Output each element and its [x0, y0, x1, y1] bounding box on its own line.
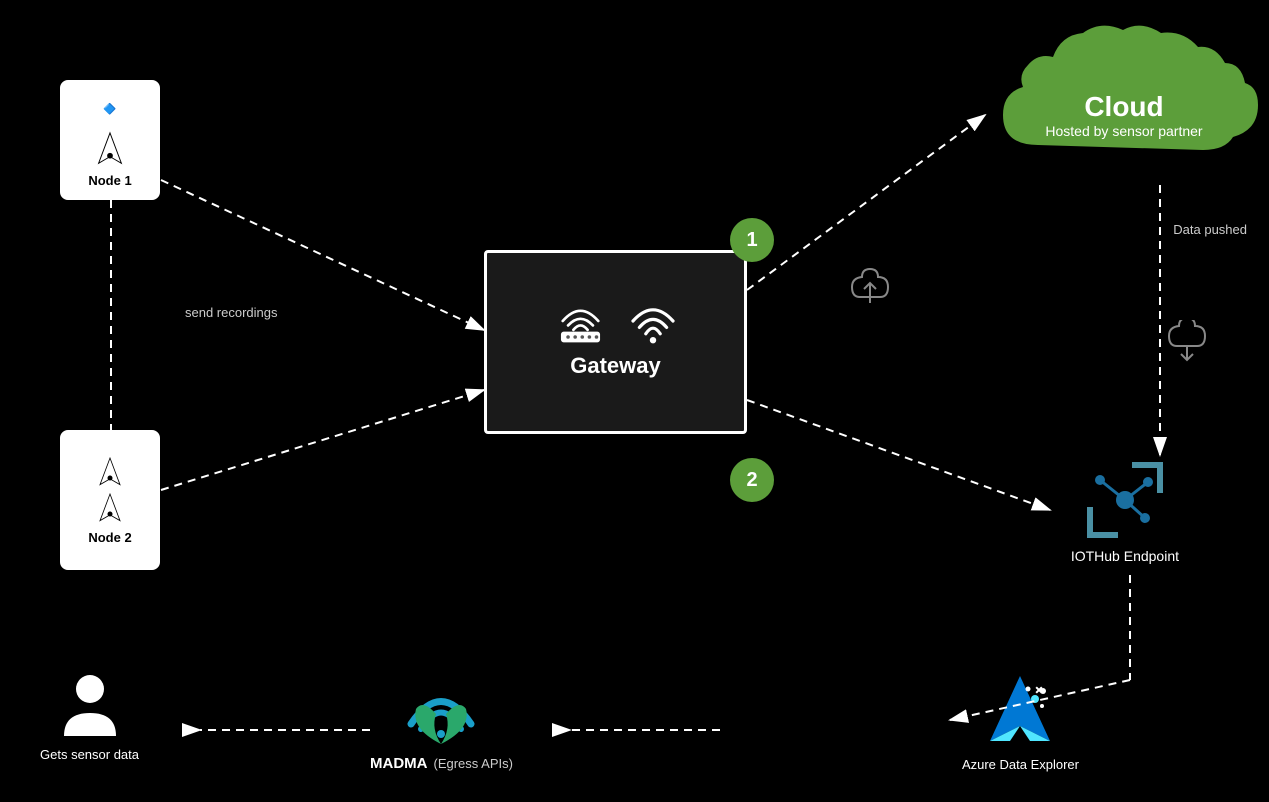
node2-sensor-icon-bottom	[95, 492, 125, 526]
data-pushed-label: Data pushed	[1173, 222, 1247, 237]
gets-sensor-data-label: Gets sensor data	[40, 747, 139, 762]
upload-cloud-icon	[848, 265, 892, 316]
azure-icon	[980, 671, 1060, 751]
step-2-circle: 2	[730, 458, 774, 502]
azure-label: Azure Data Explorer	[962, 757, 1079, 772]
router-icon	[553, 305, 608, 345]
download-cloud-icon	[1165, 320, 1209, 371]
node1-box: 🔹 Node 1	[60, 80, 160, 200]
madma-icon	[401, 674, 481, 749]
madma-sub-label: (Egress APIs)	[434, 756, 513, 771]
madma-label: MADMA	[370, 755, 428, 772]
cloud-title: Cloud	[1084, 91, 1163, 123]
azure-data-explorer-box: Azure Data Explorer	[962, 671, 1079, 772]
iothub-label: IOTHub Endpoint	[1071, 548, 1179, 564]
wifi-icon	[628, 305, 678, 345]
person-box: Gets sensor data	[40, 671, 139, 762]
iothub-icon	[1080, 460, 1170, 540]
node1-sensor-icon	[92, 131, 128, 169]
node2-box: Node 2	[60, 430, 160, 570]
gateway-label: Gateway	[570, 353, 661, 379]
node1-label: Node 1	[88, 173, 131, 188]
person-icon	[60, 671, 120, 741]
step-1-circle: 1	[730, 218, 774, 262]
gateway-box: Gateway	[484, 250, 747, 434]
cloud-subtitle: Hosted by sensor partner	[1045, 123, 1202, 139]
send-recordings-label: send recordings	[185, 305, 278, 320]
node1-icon: 🔹	[91, 92, 128, 127]
gateway-icons	[553, 305, 678, 345]
node2-label: Node 2	[88, 530, 131, 545]
madma-box: MADMA (Egress APIs)	[370, 674, 513, 772]
iothub-box: IOTHub Endpoint	[1071, 460, 1179, 564]
cloud-container: Cloud Hosted by sensor partner	[983, 15, 1265, 180]
node2-sensor-icon-top	[95, 456, 125, 490]
